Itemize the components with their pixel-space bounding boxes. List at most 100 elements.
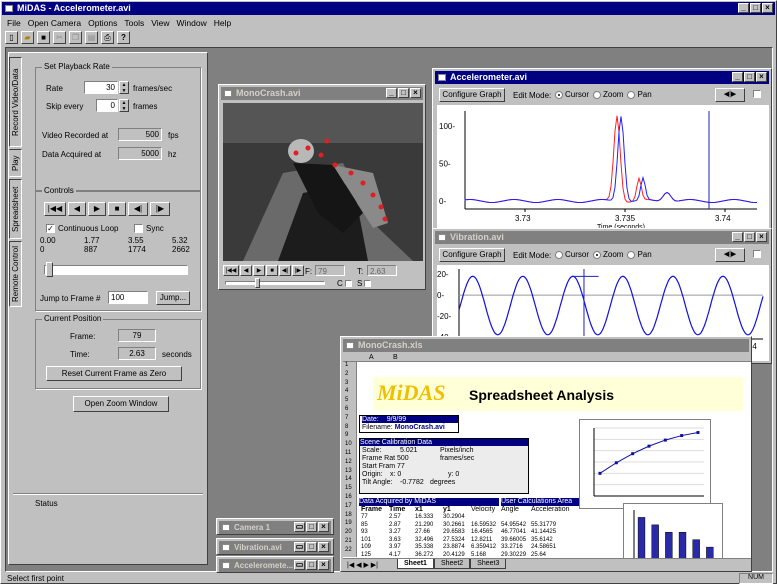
table-cell[interactable]: 12.8211 bbox=[471, 537, 492, 543]
table-cell[interactable]: 4.17 bbox=[389, 552, 401, 558]
vib-radio-cursor[interactable] bbox=[555, 250, 563, 259]
accel-close-button[interactable]: × bbox=[756, 72, 767, 82]
jump-button[interactable]: Jump... bbox=[156, 291, 190, 305]
mono-next-button[interactable]: |▶ bbox=[292, 265, 304, 276]
menu-item-tools[interactable]: Tools bbox=[124, 18, 144, 28]
table-cell[interactable]: 3.97 bbox=[389, 544, 401, 550]
skip-input[interactable]: 0 bbox=[96, 99, 118, 112]
close-button[interactable]: × bbox=[318, 542, 329, 552]
vib-mode-zoom[interactable]: Zoom bbox=[593, 250, 623, 259]
close-button[interactable]: × bbox=[762, 3, 773, 13]
accel-radio-pan[interactable] bbox=[627, 90, 636, 99]
table-cell[interactable]: 33.2716 bbox=[501, 544, 523, 550]
mono-first-button[interactable]: |◀◀ bbox=[223, 265, 239, 276]
accel-option-checkbox[interactable] bbox=[753, 90, 761, 98]
reset-frame-button[interactable]: Reset Current Frame as Zero bbox=[46, 366, 182, 381]
tab-spreadsheet[interactable]: Spreadsheet bbox=[9, 179, 22, 239]
table-cell[interactable]: 30.2904 bbox=[443, 514, 465, 520]
col-a-header[interactable]: A bbox=[369, 354, 374, 361]
table-cell[interactable]: 24.58651 bbox=[531, 544, 556, 550]
vib-radio-pan[interactable] bbox=[627, 250, 636, 259]
vib-mode-pan[interactable]: Pan bbox=[627, 250, 652, 259]
tab-play[interactable]: Play bbox=[9, 149, 22, 177]
row-number[interactable]: 2 bbox=[345, 371, 348, 377]
row-number[interactable]: 14 bbox=[345, 476, 352, 482]
table-cell[interactable]: 101 bbox=[361, 537, 371, 543]
save-icon[interactable]: ■ bbox=[37, 31, 50, 44]
step-back-button[interactable]: ◀ bbox=[68, 202, 86, 216]
vib-configure-graph-button[interactable]: Configure Graph bbox=[439, 248, 505, 262]
mono-stop-button[interactable]: ■ bbox=[266, 265, 278, 276]
row-number[interactable]: 21 bbox=[345, 538, 352, 544]
sheet-tab-2[interactable]: Sheet2 bbox=[433, 559, 471, 569]
row-number[interactable]: 8 bbox=[345, 424, 348, 430]
table-cell[interactable]: 85 bbox=[361, 522, 368, 528]
mono-c-checkbox[interactable] bbox=[345, 280, 352, 287]
row-number[interactable]: 10 bbox=[345, 441, 352, 447]
rate-spinner[interactable]: ▲ ▼ bbox=[119, 81, 129, 94]
row-number[interactable]: 17 bbox=[345, 503, 352, 509]
sheet-tab-1[interactable]: Sheet1 bbox=[397, 559, 434, 569]
restore-button[interactable]: ▭ bbox=[294, 542, 305, 552]
cut-icon[interactable]: ✂ bbox=[53, 31, 66, 44]
table-cell[interactable]: 35.6142 bbox=[531, 537, 553, 543]
col-b-header[interactable]: B bbox=[393, 354, 398, 361]
maximize-button[interactable]: □ bbox=[750, 3, 761, 13]
vib-minimize-button[interactable]: _ bbox=[732, 232, 743, 242]
table-cell[interactable]: 27.66 bbox=[415, 529, 430, 535]
accel-maximize-button[interactable]: □ bbox=[744, 72, 755, 82]
accel-nav-buttons[interactable]: ◀|▶ bbox=[715, 88, 745, 102]
play-button[interactable]: ▶ bbox=[88, 202, 106, 216]
row-number[interactable]: 6 bbox=[345, 406, 348, 412]
accel-mode-pan[interactable]: Pan bbox=[627, 90, 652, 99]
table-cell[interactable]: 6.359412 bbox=[471, 544, 496, 550]
mono-slider[interactable] bbox=[225, 281, 325, 285]
open-folder-icon[interactable]: ▰ bbox=[21, 31, 34, 44]
table-cell[interactable]: 125 bbox=[361, 552, 371, 558]
minimized-window[interactable]: Camera 1 ▭ □ × bbox=[216, 518, 334, 535]
mono-maximize-button[interactable]: □ bbox=[398, 88, 409, 98]
table-cell[interactable]: 3.63 bbox=[389, 537, 401, 543]
table-cell[interactable]: 3.27 bbox=[389, 529, 401, 535]
print-icon[interactable]: ⎙ bbox=[101, 31, 114, 44]
row-number[interactable]: 15 bbox=[345, 485, 352, 491]
row-number[interactable]: 7 bbox=[345, 415, 348, 421]
mono-minimize-button[interactable]: _ bbox=[386, 88, 397, 98]
help-icon[interactable]: ? bbox=[117, 31, 130, 44]
table-cell[interactable]: 20.4129 bbox=[443, 552, 465, 558]
stop-button[interactable]: ■ bbox=[108, 202, 126, 216]
menu-item-help[interactable]: Help bbox=[214, 18, 231, 28]
menu-item-options[interactable]: Options bbox=[88, 18, 117, 28]
menu-item-open-camera[interactable]: Open Camera bbox=[28, 18, 81, 28]
table-cell[interactable]: 41.14425 bbox=[531, 529, 556, 535]
menu-item-view[interactable]: View bbox=[151, 18, 169, 28]
copy-icon[interactable]: ❐ bbox=[69, 31, 82, 44]
tab-remote-control[interactable]: Remote Control bbox=[9, 241, 22, 307]
minimize-button[interactable]: _ bbox=[738, 3, 749, 13]
restore-button[interactable]: ▭ bbox=[294, 522, 305, 532]
row-number[interactable]: 1 bbox=[345, 362, 348, 368]
loop-checkbox[interactable]: ✓ bbox=[46, 224, 55, 233]
table-cell[interactable]: 27.5324 bbox=[443, 537, 465, 543]
paste-icon[interactable]: ▤ bbox=[85, 31, 98, 44]
close-button[interactable]: × bbox=[318, 560, 329, 570]
menu-item-file[interactable]: File bbox=[7, 18, 21, 28]
row-number[interactable]: 13 bbox=[345, 468, 352, 474]
table-cell[interactable]: 21.290 bbox=[415, 522, 433, 528]
table-cell[interactable]: 16.59532 bbox=[471, 522, 496, 528]
restore-button[interactable]: ▭ bbox=[294, 560, 305, 570]
table-cell[interactable]: 5.168 bbox=[471, 552, 486, 558]
mono-prev-button[interactable]: ◀| bbox=[279, 265, 291, 276]
row-number[interactable]: 12 bbox=[345, 459, 352, 465]
sheet-tab-3[interactable]: Sheet3 bbox=[470, 559, 507, 569]
table-cell[interactable]: 25.64 bbox=[531, 552, 546, 558]
accel-radio-cursor[interactable] bbox=[555, 90, 563, 99]
vib-mode-cursor[interactable]: Cursor bbox=[555, 250, 589, 259]
tab-record-video-data[interactable]: Record Video/Data bbox=[9, 57, 22, 147]
frame-slider-thumb[interactable] bbox=[46, 262, 53, 277]
jump-input[interactable]: 100 bbox=[108, 291, 148, 304]
table-cell[interactable]: 16.333 bbox=[415, 514, 433, 520]
vib-nav-buttons[interactable]: ◀|▶ bbox=[715, 248, 745, 262]
table-cell[interactable]: 77 bbox=[361, 514, 368, 520]
accel-mode-zoom[interactable]: Zoom bbox=[593, 90, 623, 99]
